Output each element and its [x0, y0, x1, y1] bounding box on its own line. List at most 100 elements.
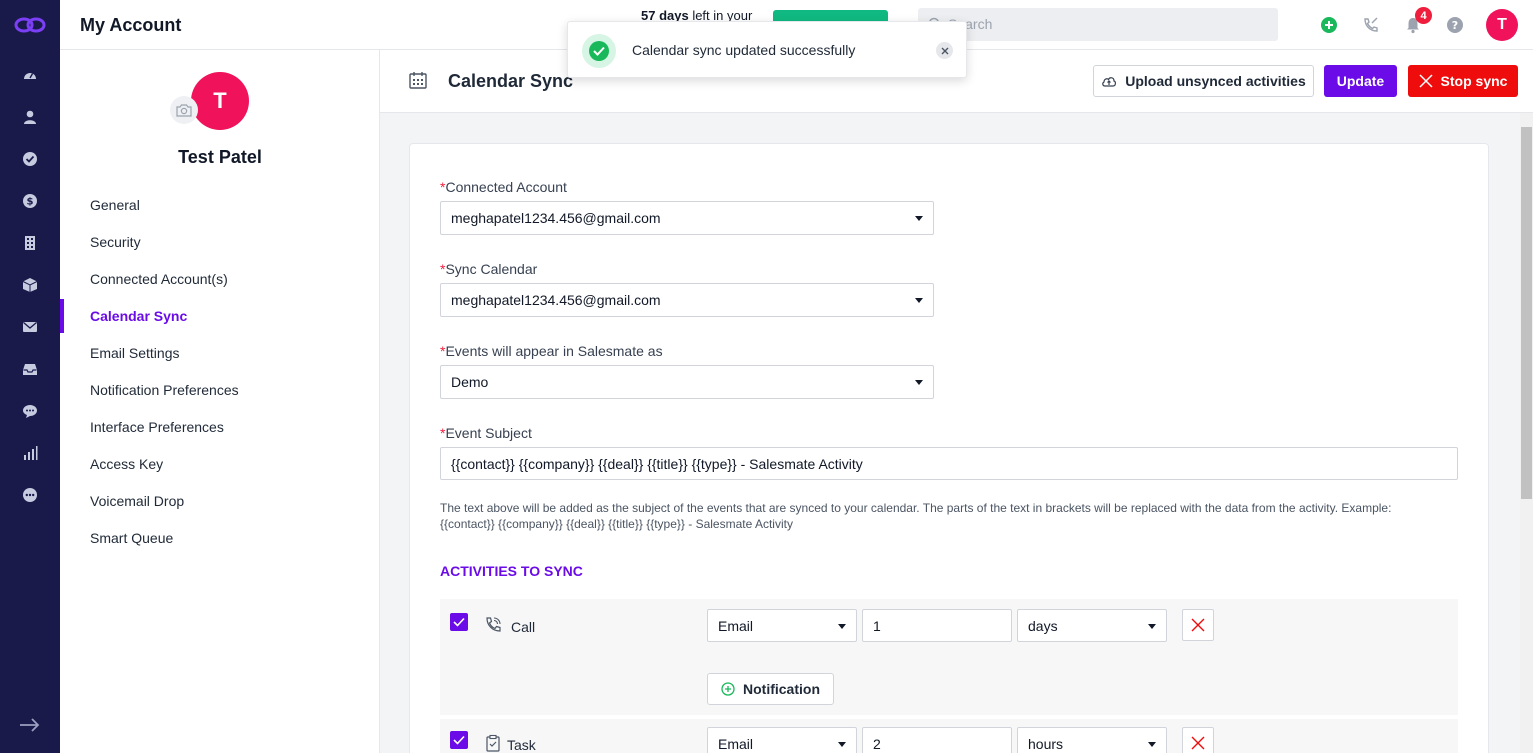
settings-sidebar: T Test Patel General Security Connected … — [60, 50, 380, 753]
expand-arrow-icon[interactable] — [18, 715, 42, 735]
connected-account-select[interactable]: meghapatel1234.456@gmail.com — [440, 201, 934, 235]
chevron-down-icon — [1148, 624, 1156, 629]
task-label: Task — [507, 737, 536, 753]
events-appear-label: *Events will appear in Salesmate as — [440, 343, 663, 359]
quick-add-icon[interactable] — [1319, 15, 1339, 35]
more-options-icon[interactable] — [20, 485, 40, 505]
task-unit-value: hours — [1028, 735, 1064, 752]
clipboard-task-icon — [486, 734, 500, 752]
events-appear-select[interactable]: Demo — [440, 365, 934, 399]
event-subject-help-text: The text above will be added as the subj… — [440, 501, 1392, 531]
scrollbar-thumb[interactable] — [1521, 127, 1532, 499]
chevron-down-icon — [838, 624, 846, 629]
active-nav-indicator — [60, 299, 64, 333]
camera-icon[interactable] — [170, 96, 198, 124]
task-remove-button[interactable] — [1182, 727, 1214, 753]
sync-calendar-value: meghapatel1234.456@gmail.com — [451, 292, 661, 308]
app-rail: $ — [0, 0, 60, 753]
sidebar-item-calendar-sync[interactable]: Calendar Sync — [90, 308, 187, 324]
sync-calendar-label: *Sync Calendar — [440, 261, 537, 277]
phone-dialer-icon[interactable] — [1361, 15, 1381, 35]
call-unit-select[interactable]: days — [1017, 609, 1167, 642]
call-channel-select[interactable]: Email — [707, 609, 857, 642]
connected-account-label-text: Connected Account — [445, 179, 567, 195]
stop-sync-label: Stop sync — [1440, 73, 1508, 89]
page-title: Calendar Sync — [448, 71, 574, 91]
companies-building-icon[interactable] — [20, 233, 40, 253]
svg-text:?: ? — [1452, 19, 1458, 32]
close-x-icon — [1191, 736, 1205, 750]
dashboard-icon[interactable] — [20, 65, 40, 85]
success-check-icon — [582, 34, 616, 68]
call-unit-value: days — [1028, 617, 1058, 634]
sidebar-item-security[interactable]: Security — [90, 234, 141, 250]
success-toast: Calendar sync updated successfully — [567, 21, 967, 78]
help-icon[interactable]: ? — [1445, 15, 1465, 35]
stop-sync-button[interactable]: Stop sync — [1408, 65, 1518, 97]
sidebar-item-access-key[interactable]: Access Key — [90, 456, 163, 472]
calendar-icon — [409, 72, 427, 89]
check-icon — [453, 617, 465, 627]
call-amount-input[interactable]: 1 — [862, 609, 1012, 642]
upload-unsynced-label: Upload unsynced activities — [1125, 73, 1306, 89]
sync-calendar-select[interactable]: meghapatel1234.456@gmail.com — [440, 283, 934, 317]
task-unit-select[interactable]: hours — [1017, 727, 1167, 753]
sidebar-item-general[interactable]: General — [90, 197, 140, 213]
phone-icon — [486, 617, 501, 632]
update-button[interactable]: Update — [1324, 65, 1397, 97]
task-checkbox[interactable] — [450, 731, 468, 749]
connected-account-value: meghapatel1234.456@gmail.com — [451, 210, 661, 226]
deals-dollar-icon[interactable]: $ — [20, 191, 40, 211]
call-checkbox[interactable] — [450, 613, 468, 631]
chevron-down-icon — [838, 742, 846, 747]
event-subject-label: *Event Subject — [440, 425, 532, 441]
chevron-down-icon — [915, 216, 923, 221]
salesmate-logo-icon[interactable] — [13, 14, 47, 36]
chat-icon[interactable] — [20, 401, 40, 421]
event-subject-input[interactable]: {{contact}} {{company}} {{deal}} {{title… — [440, 447, 1458, 480]
event-subject-label-text: Event Subject — [445, 425, 532, 441]
toast-message: Calendar sync updated successfully — [632, 42, 856, 58]
check-icon — [453, 735, 465, 745]
chevron-down-icon — [1148, 742, 1156, 747]
task-amount-input[interactable]: 2 — [862, 727, 1012, 753]
toast-close-icon[interactable] — [936, 42, 953, 59]
call-remove-button[interactable] — [1182, 609, 1214, 641]
sidebar-item-interface-preferences[interactable]: Interface Preferences — [90, 419, 224, 435]
connected-account-label: *Connected Account — [440, 179, 567, 195]
chevron-down-icon — [915, 380, 923, 385]
search-input[interactable]: Search — [918, 8, 1278, 41]
user-avatar[interactable]: T — [1486, 9, 1518, 41]
upload-unsynced-button[interactable]: Upload unsynced activities — [1093, 65, 1314, 97]
sidebar-item-connected-accounts[interactable]: Connected Account(s) — [90, 271, 228, 287]
add-notification-button[interactable]: Notification — [707, 673, 834, 705]
close-x-icon — [1419, 74, 1433, 88]
call-channel-value: Email — [718, 617, 754, 634]
sidebar-item-email-settings[interactable]: Email Settings — [90, 345, 179, 361]
events-appear-label-text: Events will appear in Salesmate as — [445, 343, 663, 359]
profile-avatar[interactable]: T — [191, 72, 249, 130]
sidebar-item-voicemail-drop[interactable]: Voicemail Drop — [90, 493, 184, 509]
close-x-icon — [1191, 618, 1205, 632]
contacts-icon[interactable] — [20, 107, 40, 127]
reports-chart-icon[interactable] — [20, 443, 40, 463]
inbox-icon[interactable] — [20, 359, 40, 379]
task-channel-select[interactable]: Email — [707, 727, 857, 753]
add-notification-label: Notification — [743, 681, 820, 697]
page-scrollbar[interactable] — [1520, 113, 1533, 753]
sync-calendar-label-text: Sync Calendar — [445, 261, 538, 277]
sidebar-item-smart-queue[interactable]: Smart Queue — [90, 530, 173, 546]
cloud-upload-icon — [1102, 77, 1117, 87]
chevron-down-icon — [915, 298, 923, 303]
profile-name: Test Patel — [178, 147, 262, 167]
sidebar-item-notification-preferences[interactable]: Notification Preferences — [90, 382, 239, 398]
products-box-icon[interactable] — [20, 275, 40, 295]
plus-circle-icon — [721, 682, 735, 696]
call-label: Call — [511, 619, 536, 635]
email-icon[interactable] — [20, 317, 40, 337]
notification-badge: 4 — [1415, 7, 1432, 24]
svg-text:$: $ — [27, 197, 34, 208]
activities-check-icon[interactable] — [20, 149, 40, 169]
page-header-title: My Account — [80, 15, 182, 35]
events-appear-value: Demo — [451, 374, 489, 390]
